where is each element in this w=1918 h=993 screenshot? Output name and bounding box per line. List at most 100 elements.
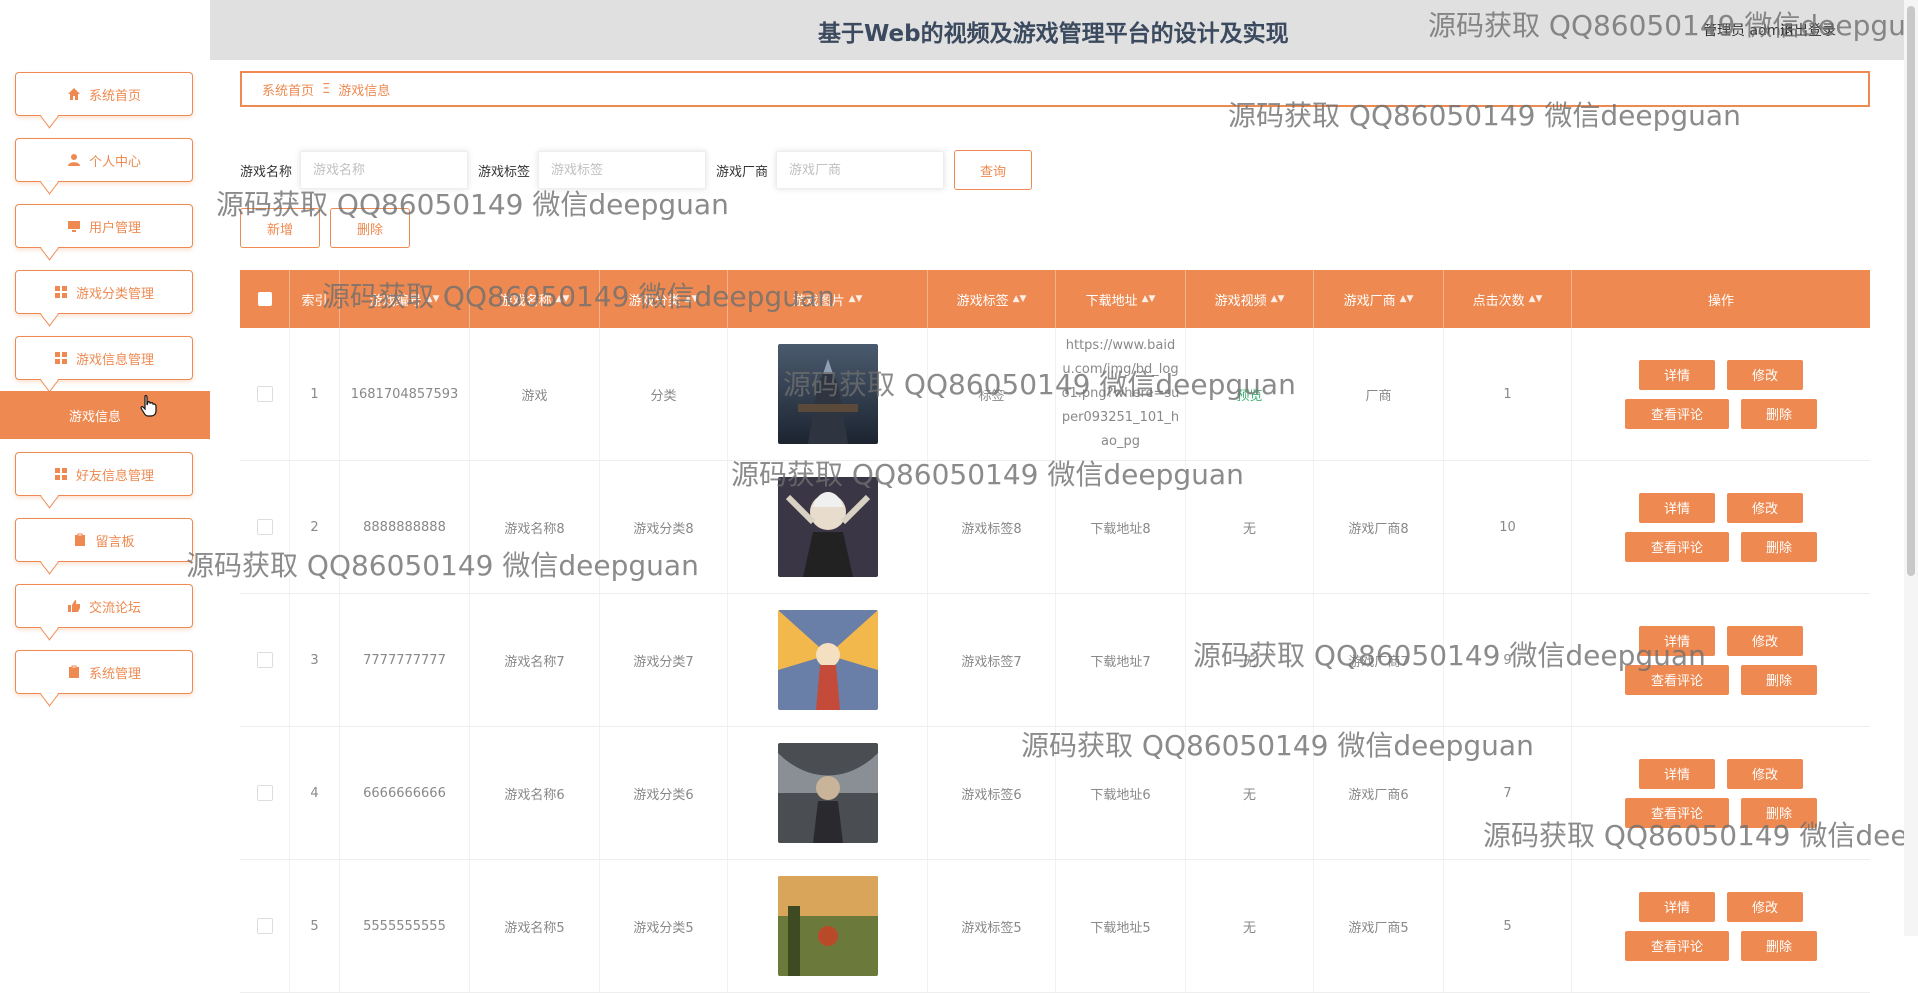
detail-button[interactable]: 详情	[1639, 891, 1715, 922]
col-tag[interactable]: 游戏标签 ▲▼	[928, 270, 1056, 328]
detail-button[interactable]: 详情	[1639, 758, 1715, 789]
sidebar-subitem-game-info[interactable]: 游戏信息	[0, 391, 210, 439]
sidebar-item-game-info[interactable]: 游戏信息管理	[15, 336, 193, 380]
cell-index: 1	[290, 328, 340, 460]
game-vendor-input[interactable]	[776, 151, 945, 189]
col-label: 游戏图片	[792, 293, 845, 309]
edit-button[interactable]: 修改	[1727, 492, 1803, 523]
row-checkbox[interactable]	[256, 785, 273, 801]
query-button[interactable]: 查询	[954, 150, 1033, 190]
delete-button[interactable]: 删除	[330, 208, 410, 248]
clipboard-icon	[67, 665, 81, 679]
edit-button[interactable]: 修改	[1727, 891, 1803, 922]
table-row: 3 7777777777 游戏名称7 游戏分类7 游戏标签7 下载地址7 无 游…	[240, 594, 1870, 727]
row-delete-button[interactable]: 删除	[1741, 398, 1817, 429]
view-comments-button[interactable]: 查看评论	[1625, 664, 1729, 695]
row-delete-button[interactable]: 删除	[1741, 930, 1817, 961]
row-checkbox[interactable]	[256, 519, 273, 535]
sidebar-item-label: 好友信息管理	[75, 468, 154, 484]
row-delete-button[interactable]: 删除	[1741, 531, 1817, 562]
col-download[interactable]: 下载地址 ▲▼	[1056, 270, 1186, 328]
sidebar-item-home[interactable]: 系统首页	[15, 72, 193, 116]
col-vendor[interactable]: 游戏厂商 ▲▼	[1314, 270, 1444, 328]
col-name[interactable]: 游戏名称 ▲▼	[470, 270, 600, 328]
sidebar-item-system[interactable]: 系统管理	[15, 650, 193, 694]
col-category[interactable]: 游戏分类 ▲▼	[600, 270, 728, 328]
add-button[interactable]: 新增	[240, 208, 320, 248]
game-thumbnail[interactable]	[777, 743, 878, 843]
cell-download[interactable]: https://www.baidu.com/img/bd_logo1.png?w…	[1056, 328, 1186, 460]
cell-category: 游戏分类8	[600, 461, 728, 593]
cell-vendor: 游戏厂商7	[1314, 594, 1444, 726]
col-image[interactable]: 游戏图片 ▲▼	[728, 270, 928, 328]
cell-clicks: 7	[1444, 727, 1572, 859]
cell-category: 游戏分类7	[600, 594, 728, 726]
detail-button[interactable]: 详情	[1639, 492, 1715, 523]
game-tag-input[interactable]	[538, 151, 707, 189]
sort-icon: ▲▼	[848, 294, 863, 304]
view-comments-button[interactable]: 查看评论	[1625, 398, 1729, 429]
breadcrumb-home[interactable]: 系统首页	[262, 80, 314, 99]
cell-tag: 游戏标签5	[928, 860, 1056, 992]
game-thumbnail[interactable]	[777, 876, 878, 976]
home-icon	[67, 87, 81, 101]
sidebar-item-label: 用户管理	[88, 220, 141, 236]
scrollbar-thumb[interactable]	[1907, 6, 1915, 576]
game-thumbnail[interactable]	[777, 344, 878, 444]
row-checkbox[interactable]	[256, 386, 273, 402]
edit-button[interactable]: 修改	[1727, 758, 1803, 789]
cell-download[interactable]: 下载地址7	[1056, 594, 1186, 726]
vertical-scrollbar[interactable]	[1904, 0, 1918, 936]
cell-download[interactable]: 下载地址5	[1056, 860, 1186, 992]
col-video[interactable]: 游戏视频 ▲▼	[1186, 270, 1314, 328]
row-select-cell	[240, 461, 290, 593]
cell-download[interactable]: 下载地址6	[1056, 727, 1186, 859]
logout-link[interactable]: 退出登录	[1780, 20, 1836, 40]
edit-button[interactable]: 修改	[1727, 359, 1803, 390]
cell-tag: 游戏标签6	[928, 727, 1056, 859]
row-delete-button[interactable]: 删除	[1741, 797, 1817, 828]
sidebar-item-friends[interactable]: 好友信息管理	[15, 452, 193, 496]
row-checkbox[interactable]	[256, 918, 273, 934]
sidebar-item-profile[interactable]: 个人中心	[15, 138, 193, 182]
view-comments-button[interactable]: 查看评论	[1625, 797, 1729, 828]
detail-button[interactable]: 详情	[1639, 625, 1715, 656]
sidebar-item-game-category[interactable]: 游戏分类管理	[15, 270, 193, 314]
cell-ops: 详情 修改 查看评论 删除	[1572, 860, 1870, 992]
game-thumbnail[interactable]	[777, 477, 878, 577]
sort-icon: ▲▼	[1012, 294, 1027, 304]
col-clicks[interactable]: 点击次数 ▲▼	[1444, 270, 1572, 328]
col-index: 索引	[290, 270, 340, 328]
row-delete-button[interactable]: 删除	[1741, 664, 1817, 695]
view-comments-button[interactable]: 查看评论	[1625, 531, 1729, 562]
game-thumbnail[interactable]	[777, 610, 878, 710]
sort-icon: ▲▼	[1399, 294, 1414, 304]
cell-clicks: 9	[1444, 594, 1572, 726]
table-row: 5 5555555555 游戏名称5 游戏分类5 游戏标签5 下载地址5 无 游…	[240, 860, 1870, 993]
cell-video: 无	[1186, 461, 1314, 593]
sort-icon: ▲▼	[684, 294, 699, 304]
edit-button[interactable]: 修改	[1727, 625, 1803, 656]
view-comments-button[interactable]: 查看评论	[1625, 930, 1729, 961]
game-name-input[interactable]	[300, 151, 469, 189]
cell-clicks: 5	[1444, 860, 1572, 992]
sort-icon: ▲▼	[1270, 294, 1285, 304]
cell-ops: 详情 修改 查看评论 删除	[1572, 727, 1870, 859]
select-all-checkbox[interactable]	[257, 292, 272, 306]
table-row: 2 8888888888 游戏名称8 游戏分类8 游戏标签8 下载地址8 无 游…	[240, 461, 1870, 594]
sidebar-item-users[interactable]: 用户管理	[15, 204, 193, 248]
cell-download[interactable]: 下载地址8	[1056, 461, 1186, 593]
sidebar-item-label: 留言板	[95, 534, 135, 550]
cell-video: 无	[1186, 727, 1314, 859]
sidebar-item-message-board[interactable]: 留言板	[15, 518, 193, 562]
cell-video-preview[interactable]: 预览	[1186, 328, 1314, 460]
row-checkbox[interactable]	[256, 652, 273, 668]
cell-category: 分类	[600, 328, 728, 460]
col-label: 游戏编号	[369, 293, 422, 309]
detail-button[interactable]: 详情	[1639, 359, 1715, 390]
col-code[interactable]: 游戏编号 ▲▼	[340, 270, 470, 328]
sidebar-item-forum[interactable]: 交流论坛	[15, 584, 193, 628]
cell-vendor: 厂商	[1314, 328, 1444, 460]
row-select-cell	[240, 727, 290, 859]
game-tag-label: 游戏标签	[478, 164, 531, 180]
